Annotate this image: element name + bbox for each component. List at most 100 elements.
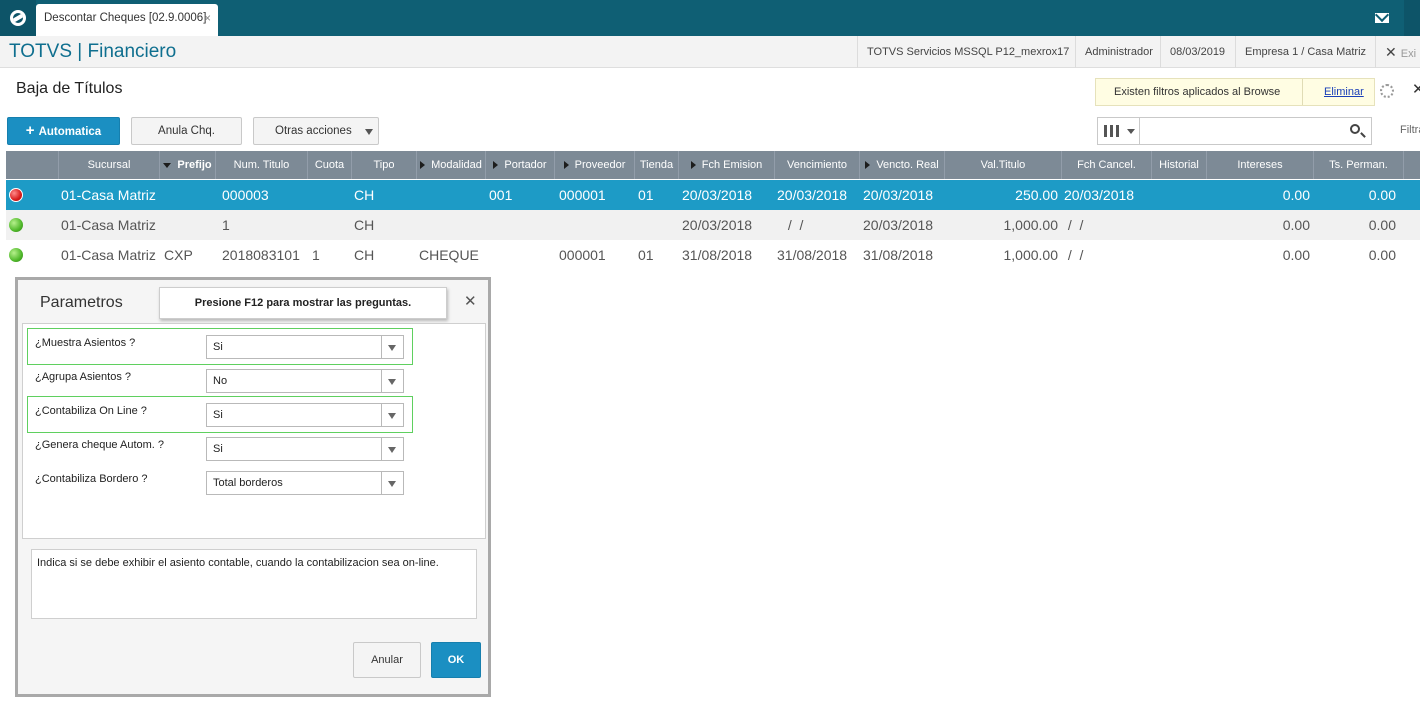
question-label: ¿Contabiliza On Line ? xyxy=(35,405,147,417)
header-fch-cancel[interactable]: Fch Cancel. xyxy=(1062,151,1152,179)
cell-intereses: 0.00 xyxy=(1282,247,1310,263)
cell-cancel: 20/03/2018 xyxy=(1064,187,1135,203)
cell-valor: 250.00 xyxy=(1015,187,1058,203)
settings-gear-icon[interactable] xyxy=(1380,84,1394,98)
header-tienda[interactable]: Tienda xyxy=(635,151,679,179)
cell-tipo: CH xyxy=(354,187,375,203)
cell-emision: 20/03/2018 xyxy=(682,187,753,203)
exit-button[interactable]: ✕ Exi xyxy=(1375,36,1420,68)
cell-portador xyxy=(489,240,549,270)
totvs-logo-icon[interactable] xyxy=(0,0,36,36)
topbar-right-edge xyxy=(1404,0,1420,36)
cell-vencto-real: 20/03/2018 xyxy=(863,187,934,203)
cell-cuota: 1 xyxy=(312,247,320,263)
tab-close-icon[interactable]: × xyxy=(204,4,211,32)
header-tipo[interactable]: Tipo xyxy=(352,151,417,179)
status-green-icon xyxy=(9,218,23,232)
genera-cheque-select[interactable]: Si xyxy=(206,437,404,461)
cell-vencimiento: / / xyxy=(784,217,804,233)
header-status xyxy=(6,151,59,179)
header-val-titulo[interactable]: Val.Titulo xyxy=(945,151,1062,179)
table-row[interactable]: 01-Casa Matriz 000003 CH 001 000001 01 2… xyxy=(6,180,1420,210)
cell-tienda: 01 xyxy=(638,247,654,263)
app-window: Descontar Cheques [02.9.0006] × TOTVS | … xyxy=(0,0,1420,709)
server-info: TOTVS Servicios MSSQL P12_mexrox17 xyxy=(857,36,1078,68)
header-vencimiento[interactable]: Vencimiento xyxy=(775,151,860,179)
automatica-button[interactable]: + Automatica xyxy=(7,117,120,145)
cell-modalidad xyxy=(419,210,489,240)
brand-title: TOTVS | Financiero xyxy=(9,41,177,62)
header-proveedor[interactable]: Proveedor xyxy=(555,151,635,179)
cell-emision: 31/08/2018 xyxy=(682,247,753,263)
cell-portador: 001 xyxy=(489,187,513,203)
remove-filter-link[interactable]: Eliminar xyxy=(1302,79,1376,105)
table-row[interactable]: 01-Casa Matriz 1 CH 20/03/2018 / / 20/03… xyxy=(6,210,1420,240)
cell-perman: 0.00 xyxy=(1368,217,1396,233)
header-vencto-real[interactable]: Vencto. Real xyxy=(860,151,945,179)
caret-down-icon xyxy=(365,129,373,135)
cell-emision: 20/03/2018 xyxy=(682,217,753,233)
cell-sucursal: 01-Casa Matriz xyxy=(61,247,156,263)
cell-intereses: 0.00 xyxy=(1282,217,1310,233)
cancel-button[interactable]: Anular xyxy=(353,642,421,678)
mail-icon[interactable] xyxy=(1364,0,1400,36)
table-row[interactable]: 01-Casa Matriz CXP 2018083101 1 CH CHEQU… xyxy=(6,240,1420,270)
cell-num: 1 xyxy=(222,217,230,233)
cell-tienda: 01 xyxy=(638,187,654,203)
contabiliza-bordero-select[interactable]: Total borderos xyxy=(206,471,404,495)
ok-button[interactable]: OK xyxy=(431,642,481,678)
cell-modalidad xyxy=(419,180,489,210)
chevron-down-icon xyxy=(381,472,403,494)
chevron-down-icon xyxy=(381,404,403,426)
help-description: Indica si se debe exhibir el asiento con… xyxy=(31,549,477,619)
cell-cancel: / / xyxy=(1064,247,1084,263)
header-ts-perman[interactable]: Ts. Perman. xyxy=(1314,151,1404,179)
filter-notice-text: Existen filtros aplicados al Browse xyxy=(1114,86,1281,98)
header-historial[interactable]: Historial xyxy=(1152,151,1207,179)
app-header: TOTVS | Financiero TOTVS Servicios MSSQL… xyxy=(0,36,1420,68)
date-info: 08/03/2019 xyxy=(1160,36,1234,68)
questions-panel: ¿Muestra Asientos ? Si ¿Agrupa Asientos … xyxy=(22,323,486,539)
chevron-down-icon xyxy=(381,336,403,358)
agrupa-asientos-select[interactable]: No xyxy=(206,369,404,393)
close-icon[interactable]: ✕ xyxy=(464,292,477,310)
filter-label[interactable]: Filtrar xyxy=(1400,124,1420,136)
exit-label: Exi xyxy=(1400,48,1417,60)
grid-header: Sucursal Prefijo Num. Titulo Cuota Tipo … xyxy=(6,151,1420,179)
question-label: ¿Genera cheque Autom. ? xyxy=(35,439,165,451)
header-sucursal[interactable]: Sucursal xyxy=(59,151,160,179)
cell-prefijo: CXP xyxy=(164,247,193,263)
header-fch-emision[interactable]: Fch Emision xyxy=(679,151,775,179)
cell-vencto-real: 20/03/2018 xyxy=(863,217,934,233)
anula-cheque-button[interactable]: Anula Chq. xyxy=(131,117,242,145)
otras-acciones-label: Otras acciones xyxy=(275,125,352,137)
search-icon[interactable] xyxy=(1350,124,1360,134)
top-tab-bar: Descontar Cheques [02.9.0006] × xyxy=(0,0,1420,36)
cell-proveedor: 000001 xyxy=(559,187,606,203)
cell-cuota xyxy=(312,210,352,240)
muestra-asientos-select[interactable]: Si xyxy=(206,335,404,359)
cell-sucursal: 01-Casa Matriz xyxy=(61,217,156,233)
question-label: ¿Muestra Asientos ? xyxy=(35,337,136,349)
header-cuota[interactable]: Cuota xyxy=(308,151,352,179)
company-info: Empresa 1 / Casa Matriz xyxy=(1235,36,1375,68)
search-box xyxy=(1097,117,1372,145)
header-intereses[interactable]: Intereses xyxy=(1207,151,1314,179)
page-title: Baja de Títulos xyxy=(16,80,123,97)
header-portador[interactable]: Portador xyxy=(486,151,555,179)
header-num-titulo[interactable]: Num. Titulo xyxy=(216,151,308,179)
header-prefijo[interactable]: Prefijo xyxy=(160,151,216,179)
cell-cuota xyxy=(312,180,352,210)
tab-descontar-cheques[interactable]: Descontar Cheques [02.9.0006] × xyxy=(36,4,218,36)
contabiliza-online-select[interactable]: Si xyxy=(206,403,404,427)
chevron-down-icon xyxy=(381,370,403,392)
header-modalidad[interactable]: Modalidad xyxy=(417,151,486,179)
status-red-icon xyxy=(9,188,23,202)
cell-num: 000003 xyxy=(222,187,269,203)
chevron-down-icon xyxy=(381,438,403,460)
automatica-label: Automatica xyxy=(38,126,102,138)
close-page-icon[interactable]: ✕ xyxy=(1412,80,1420,98)
otras-acciones-button[interactable]: Otras acciones xyxy=(253,117,379,145)
question-label: ¿Agrupa Asientos ? xyxy=(35,371,132,383)
column-selector-icon[interactable] xyxy=(1098,118,1140,144)
